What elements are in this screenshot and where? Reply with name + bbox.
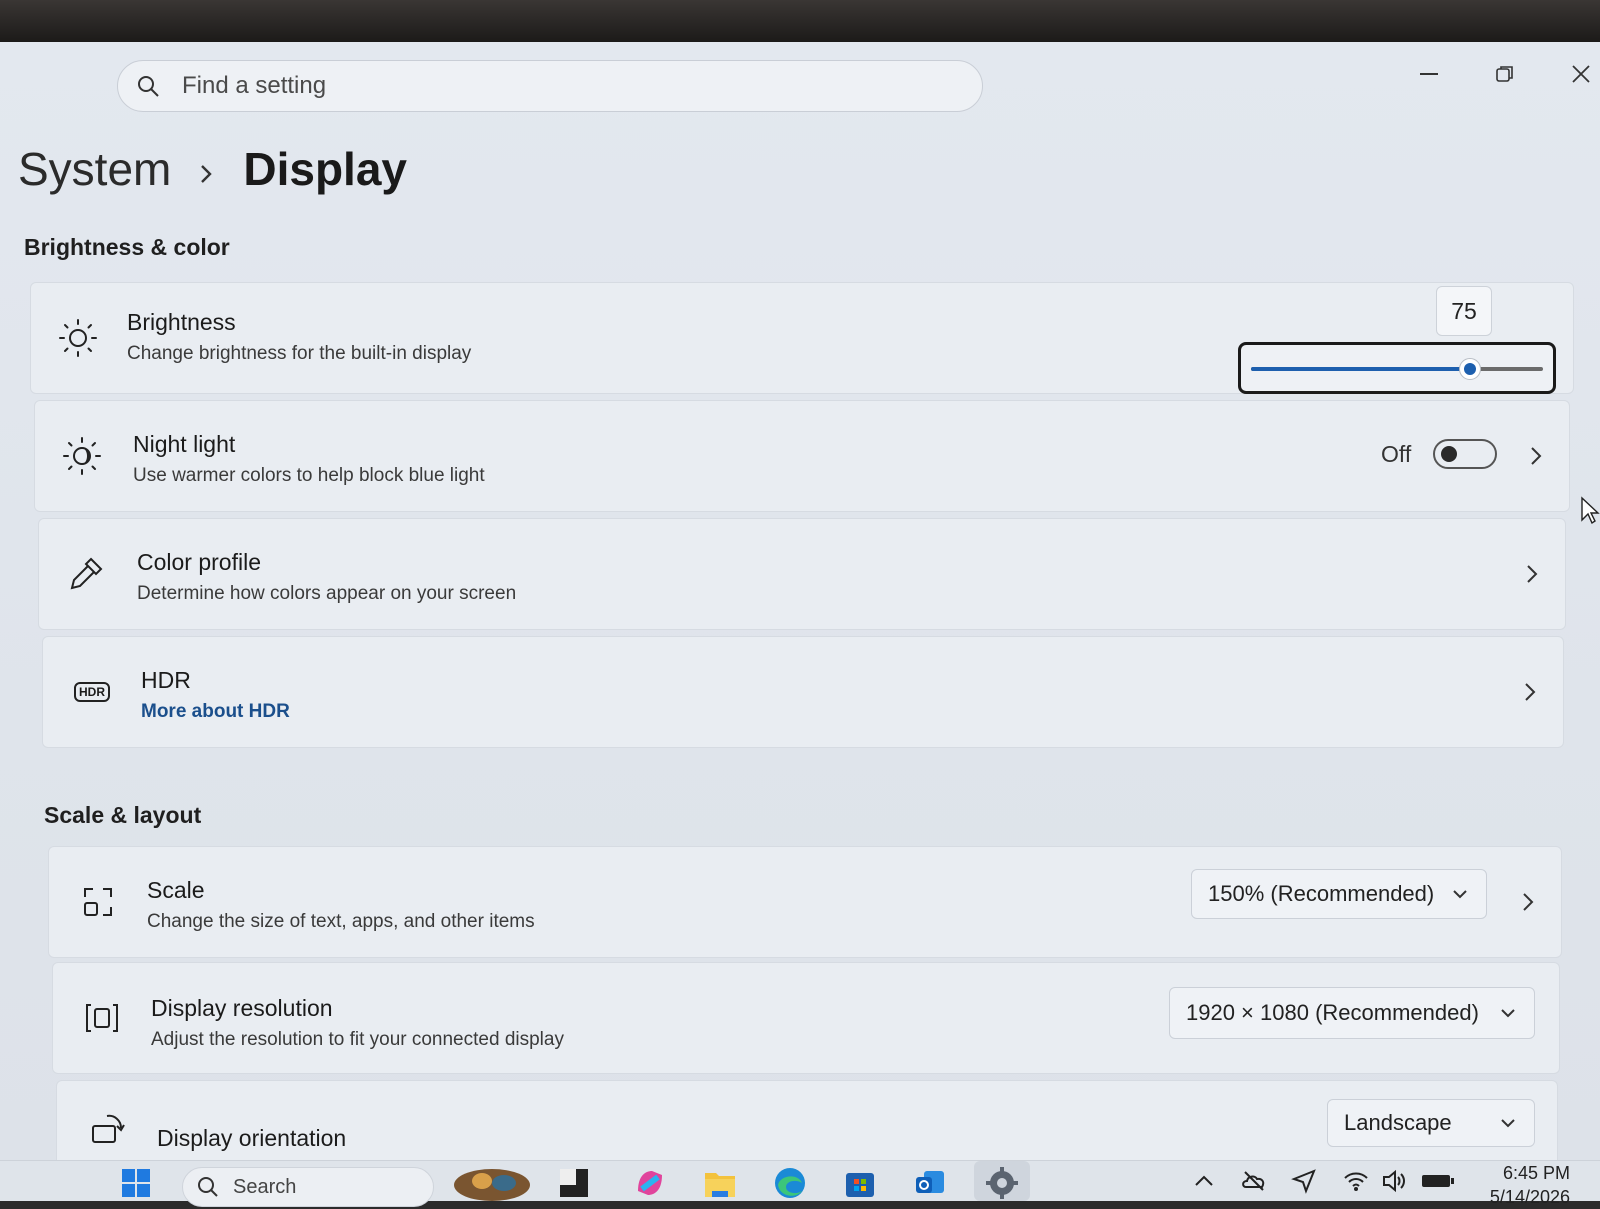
- mouse-cursor-icon: [1581, 496, 1600, 525]
- hdr-icon: HDR: [71, 671, 113, 713]
- settings-icon[interactable]: [984, 1165, 1020, 1201]
- file-explorer-icon[interactable]: [702, 1165, 738, 1201]
- search-input[interactable]: [180, 71, 884, 101]
- eyedropper-icon: [70, 557, 103, 590]
- brightness-slider[interactable]: [1238, 342, 1556, 394]
- copilot-icon[interactable]: [632, 1165, 668, 1201]
- more-about-hdr-link[interactable]: More about HDR: [141, 701, 290, 723]
- edge-icon[interactable]: [772, 1165, 808, 1201]
- orientation-title: Display orientation: [157, 1125, 347, 1151]
- scale-title: Scale: [147, 877, 205, 903]
- orientation-dropdown[interactable]: Landscape: [1327, 1099, 1535, 1147]
- slider-fill: [1251, 367, 1470, 371]
- start-icon[interactable]: [118, 1165, 154, 1201]
- chevron-right-icon[interactable]: [1529, 444, 1543, 468]
- brightness-value-tooltip: 75: [1436, 286, 1492, 336]
- chevron-up-icon[interactable]: [1190, 1167, 1218, 1195]
- hdr-icon-text: HDR: [74, 682, 110, 702]
- resolution-dropdown-value: 1920 × 1080 (Recommended): [1186, 1000, 1479, 1025]
- chevron-right-icon[interactable]: [1523, 680, 1537, 704]
- close-button[interactable]: [1558, 52, 1600, 96]
- taskbar-clock[interactable]: 6:45 PM 5/14/2026: [1490, 1161, 1570, 1209]
- onedrive-icon[interactable]: [1240, 1167, 1268, 1195]
- restore-icon: [1496, 66, 1513, 82]
- chevron-down-icon: [1501, 1009, 1515, 1018]
- restore-button[interactable]: [1482, 52, 1528, 96]
- scale-card[interactable]: Scale Change the size of text, apps, and…: [48, 846, 1562, 958]
- hdr-title: HDR: [141, 667, 191, 693]
- hdr-card[interactable]: HDR HDR More about HDR: [42, 636, 1564, 748]
- section-scale-layout: Scale & layout: [44, 802, 202, 828]
- taskbar: Search 6:45 PM 5/14/2026: [0, 1160, 1600, 1207]
- resolution-icon: [86, 1004, 118, 1032]
- chevron-down-icon: [1501, 1119, 1515, 1128]
- resolution-subtitle: Adjust the resolution to fit your connec…: [151, 1029, 564, 1050]
- settings-search-box[interactable]: [117, 60, 983, 112]
- orientation-icon: [92, 1114, 125, 1143]
- store-icon[interactable]: [842, 1165, 878, 1201]
- night-light-state-label: Off: [1381, 441, 1412, 467]
- slider-thumb[interactable]: [1459, 358, 1481, 380]
- section-brightness-color: Brightness & color: [24, 234, 230, 260]
- sun-icon: [59, 319, 97, 357]
- clock-time: 6:45 PM: [1502, 1163, 1570, 1183]
- settings-window: System Display Brightness & color Bright…: [0, 42, 1600, 1160]
- search-icon: [198, 1177, 218, 1197]
- game-icon[interactable]: [452, 1165, 532, 1201]
- breadcrumb: System Display: [18, 142, 407, 196]
- brightness-subtitle: Change brightness for the built-in displ…: [127, 343, 472, 364]
- scale-icon: [84, 888, 112, 916]
- night-light-card[interactable]: Night light Use warmer colors to help bl…: [34, 400, 1570, 512]
- volume-icon[interactable]: [1380, 1167, 1408, 1195]
- night-light-title: Night light: [133, 431, 236, 457]
- display-resolution-card: Display resolution Adjust the resolution…: [52, 962, 1560, 1074]
- search-icon: [138, 76, 159, 97]
- taskbar-search-label: Search: [233, 1175, 297, 1198]
- screen-bezel: [0, 0, 1600, 42]
- battery-icon[interactable]: [1420, 1167, 1456, 1195]
- chevron-right-icon[interactable]: [1521, 890, 1535, 914]
- close-icon: [1572, 65, 1590, 83]
- resolution-title: Display resolution: [151, 995, 333, 1021]
- display-orientation-card: Display orientation Landscape: [56, 1080, 1558, 1160]
- brightness-title: Brightness: [127, 309, 236, 335]
- scale-subtitle: Change the size of text, apps, and other…: [147, 911, 535, 932]
- night-light-icon: [63, 437, 101, 475]
- night-light-toggle[interactable]: [1433, 439, 1497, 469]
- color-profile-title: Color profile: [137, 549, 261, 575]
- slider-track[interactable]: [1251, 358, 1543, 380]
- resolution-dropdown[interactable]: 1920 × 1080 (Recommended): [1169, 987, 1535, 1039]
- terminal-icon[interactable]: [556, 1165, 592, 1201]
- breadcrumb-system[interactable]: System: [18, 142, 171, 196]
- scale-dropdown[interactable]: 150% (Recommended): [1191, 869, 1487, 919]
- color-profile-card[interactable]: Color profile Determine how colors appea…: [38, 518, 1566, 630]
- chevron-right-icon[interactable]: [1525, 562, 1539, 586]
- outlook-icon[interactable]: [912, 1165, 948, 1201]
- page-title: Display: [243, 143, 408, 195]
- wifi-icon[interactable]: [1342, 1167, 1370, 1195]
- location-icon[interactable]: [1290, 1167, 1318, 1195]
- toggle-knob: [1441, 446, 1457, 462]
- scale-dropdown-value: 150% (Recommended): [1208, 881, 1435, 906]
- breadcrumb-chevron-icon: [199, 142, 213, 196]
- orientation-dropdown-value: Landscape: [1344, 1110, 1452, 1135]
- taskbar-search[interactable]: Search: [182, 1167, 434, 1207]
- clock-date: 5/14/2026: [1489, 1187, 1570, 1207]
- chevron-down-icon: [1453, 890, 1467, 899]
- minimize-icon: [1420, 73, 1438, 75]
- minimize-button[interactable]: [1406, 52, 1452, 96]
- color-profile-subtitle: Determine how colors appear on your scre…: [137, 583, 517, 604]
- night-light-subtitle: Use warmer colors to help block blue lig…: [133, 465, 485, 486]
